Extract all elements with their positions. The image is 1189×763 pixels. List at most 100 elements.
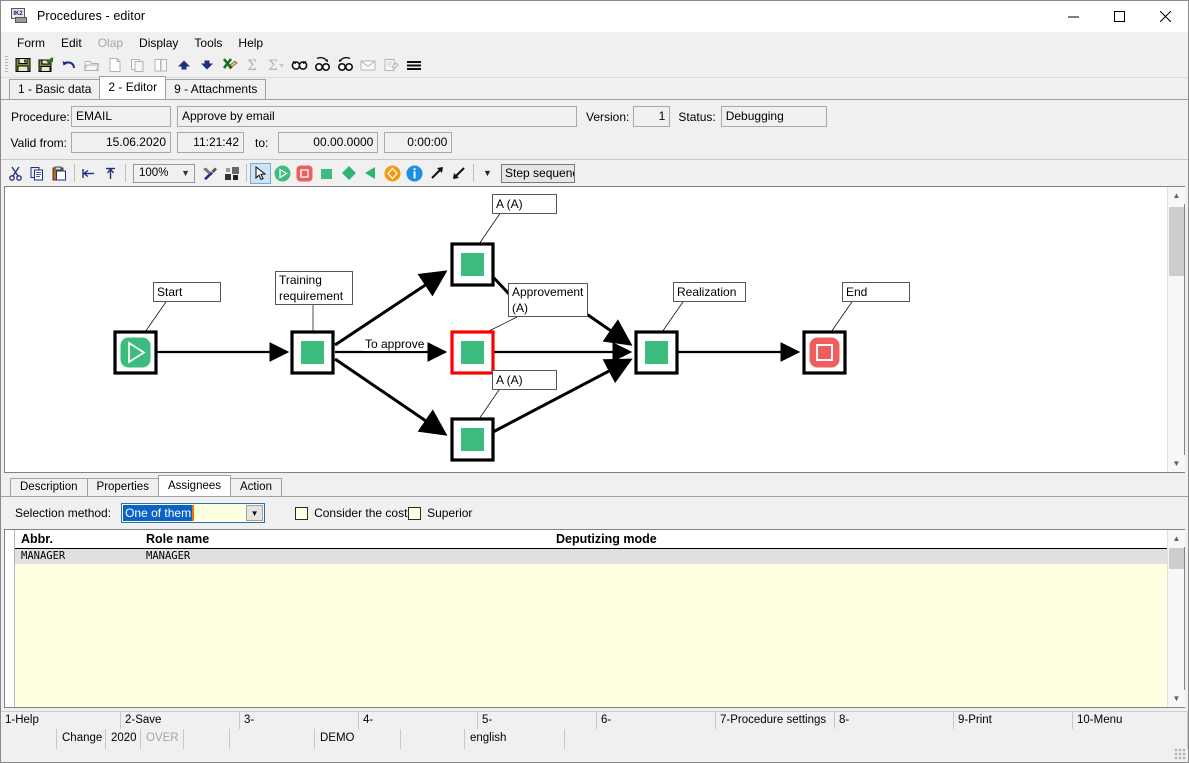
settings-gear-icon[interactable] [221, 163, 242, 184]
fkey-5[interactable]: 5- [478, 712, 597, 729]
edge-label-to-approve[interactable]: To approve [363, 337, 427, 351]
scroll-down-icon[interactable]: ▼ [1168, 690, 1185, 707]
tab-assignees[interactable]: Assignees [157, 475, 232, 496]
tools-icon[interactable] [199, 163, 220, 184]
node-label-realization[interactable]: Realization [673, 282, 746, 302]
grid-vertical-scrollbar[interactable]: ▲ ▼ [1167, 530, 1185, 707]
menu-edit[interactable]: Edit [53, 33, 90, 53]
node-label-end[interactable]: End [842, 282, 910, 302]
menu-tools[interactable]: Tools [186, 33, 230, 53]
status-cell-5 [230, 729, 315, 749]
to-time-input[interactable]: 0:00:00 [384, 132, 453, 153]
scroll-up-icon[interactable]: ▲ [1168, 530, 1185, 547]
assignees-grid: Abbr. Role name Deputizing mode MANAGER … [4, 529, 1185, 708]
find-next-icon[interactable] [334, 54, 356, 76]
event-node-icon[interactable] [382, 163, 403, 184]
node-label-start[interactable]: Start [153, 282, 221, 302]
step-node-icon[interactable] [316, 163, 337, 184]
end-node-icon[interactable] [294, 163, 315, 184]
save-icon[interactable] [12, 54, 34, 76]
step-sequence-button[interactable]: Step sequence [501, 163, 575, 183]
diagram-canvas-container: Start Training requirement A (A) Approve… [4, 186, 1185, 473]
menu-display[interactable]: Display [131, 33, 186, 53]
tab-action[interactable]: Action [230, 478, 282, 496]
shape-dropdown-arrow[interactable]: ▼ [477, 163, 498, 184]
fkey-3[interactable]: 3- [240, 712, 359, 729]
status-cell-over: OVER [141, 729, 184, 749]
start-node-icon[interactable] [272, 163, 293, 184]
fkey-2[interactable]: 2-Save [121, 712, 240, 729]
fkey-1[interactable]: 1-Help [1, 712, 121, 729]
version-input[interactable]: 1 [633, 106, 671, 127]
window-resize-grip[interactable] [1174, 748, 1186, 760]
chevron-down-icon[interactable]: ▼ [246, 505, 264, 521]
tab-properties[interactable]: Properties [86, 478, 159, 496]
grid-body[interactable]: MANAGER MANAGER [15, 549, 1167, 707]
status-input[interactable]: Debugging [720, 106, 827, 127]
status-cell-change: Change [57, 729, 106, 749]
minimize-button[interactable] [1050, 1, 1096, 32]
fkey-7[interactable]: 7-Procedure settings [716, 712, 835, 729]
menu-form[interactable]: Form [9, 33, 53, 53]
paste-icon[interactable] [49, 163, 70, 184]
move-down-icon[interactable] [196, 54, 218, 76]
pointer-tool-icon[interactable] [250, 162, 271, 184]
connector-out-icon[interactable] [426, 163, 447, 184]
tab-editor[interactable]: 2 - Editor [99, 76, 167, 99]
decision-node-icon[interactable] [338, 163, 359, 184]
cost-centre-checkbox[interactable] [295, 506, 309, 520]
scroll-up-icon[interactable]: ▲ [1168, 187, 1185, 204]
save-as-icon[interactable] [35, 54, 57, 76]
toolbar-grip[interactable] [5, 56, 8, 74]
diagram-canvas[interactable]: Start Training requirement A (A) Approve… [5, 187, 1167, 472]
node-label-approval-mid[interactable]: Approvement (A) [508, 283, 588, 317]
selection-method-combo[interactable]: One of them ▼ [121, 503, 266, 523]
find-icon[interactable] [288, 54, 310, 76]
fkey-10[interactable]: 10-Menu [1073, 712, 1188, 729]
fkey-9[interactable]: 9-Print [954, 712, 1073, 729]
grid-scroll-thumb[interactable] [1169, 548, 1184, 569]
copy-icon[interactable] [27, 163, 48, 184]
fkey-4[interactable]: 4- [359, 712, 478, 729]
tab-basic-data[interactable]: 1 - Basic data [9, 79, 101, 99]
procedure-name-input[interactable]: Approve by email [177, 106, 577, 127]
export-excel-icon[interactable] [219, 54, 241, 76]
valid-from-time-input[interactable]: 11:21:42 [177, 132, 244, 153]
fkey-6[interactable]: 6- [597, 712, 716, 729]
info-node-icon[interactable] [404, 163, 425, 184]
tab-attachments[interactable]: 9 - Attachments [165, 79, 267, 99]
column-header-role-name[interactable]: Role name [140, 530, 550, 548]
valid-from-date-input[interactable]: 15.06.2020 [71, 132, 171, 153]
cut-icon[interactable] [5, 163, 26, 184]
table-row[interactable]: MANAGER MANAGER [15, 549, 1167, 564]
node-label-approval-bottom[interactable]: A (A) [492, 370, 557, 390]
node-label-training[interactable]: Training requirement [275, 271, 353, 305]
menu-help[interactable]: Help [230, 33, 271, 53]
find-previous-icon[interactable] [311, 54, 333, 76]
condition-node-icon[interactable] [360, 163, 381, 184]
canvas-vertical-scrollbar[interactable]: ▲ ▼ [1167, 187, 1185, 472]
window-controls [1050, 1, 1188, 32]
fkey-8[interactable]: 8- [835, 712, 954, 729]
close-button[interactable] [1142, 1, 1188, 32]
move-up-icon[interactable] [173, 54, 195, 76]
align-left-icon[interactable] [78, 163, 99, 184]
column-header-deputizing-mode[interactable]: Deputizing mode [550, 530, 1167, 548]
zoom-level-combo[interactable]: 100% ▼ [133, 163, 195, 183]
align-top-icon[interactable] [100, 163, 121, 184]
superior-checkbox[interactable] [408, 506, 422, 520]
menu-lines-icon[interactable] [403, 54, 425, 76]
node-label-approval-top[interactable]: A (A) [492, 194, 557, 214]
procedure-code-input[interactable]: EMAIL [71, 106, 171, 127]
status-cell-9 [565, 729, 1188, 749]
maximize-button[interactable] [1096, 1, 1142, 32]
scroll-down-icon[interactable]: ▼ [1168, 455, 1185, 472]
undo-icon[interactable] [58, 54, 80, 76]
to-date-input[interactable]: 00.00.0000 [278, 132, 379, 153]
connector-in-icon[interactable] [448, 163, 469, 184]
column-header-abbr[interactable]: Abbr. [15, 530, 140, 548]
canvas-scroll-thumb[interactable] [1169, 207, 1184, 276]
tab-description[interactable]: Description [10, 478, 88, 496]
svg-text:Σ: Σ [268, 58, 278, 73]
copy-record-icon [127, 54, 149, 76]
